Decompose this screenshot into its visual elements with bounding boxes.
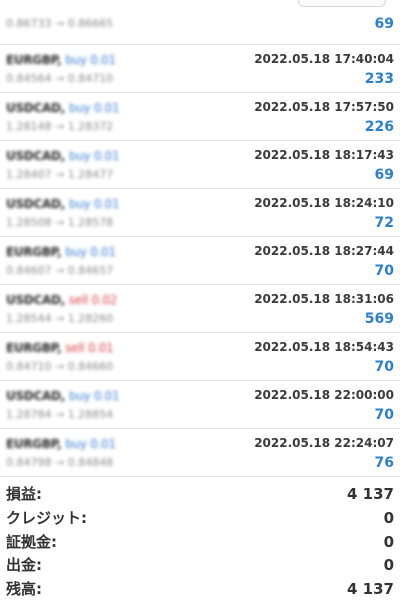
deal-symbol: EURGBP, buy 0.01 bbox=[6, 53, 116, 67]
deal-prices: 0.86733 → 0.86665 bbox=[6, 17, 114, 30]
deal-symbol: USDCAD, sell 0.02 bbox=[6, 293, 118, 307]
summary-value: 4 137 bbox=[347, 580, 394, 599]
deal-symbol: USDCAD, buy 0.01 bbox=[6, 197, 120, 211]
deal-side: buy 0.01 bbox=[68, 389, 120, 403]
deal-time: 2022.05.18 18:54:43 bbox=[254, 340, 394, 354]
deal-profit: 70 bbox=[374, 263, 394, 279]
deal-row[interactable]: USDCAD, buy 0.01 1.28784 → 1.28854 2022.0… bbox=[0, 381, 400, 429]
deal-profit: 233 bbox=[364, 71, 394, 87]
summary-value: 4 137 bbox=[347, 485, 394, 503]
history-screen: 0.86733 → 0.86665 69 EURGBP, buy 0.01 0.8… bbox=[0, 0, 400, 602]
deal-time: 2022.05.18 18:31:06 bbox=[254, 292, 394, 306]
deal-row[interactable]: USDCAD, buy 0.01 1.28508 → 1.28578 2022.0… bbox=[0, 189, 400, 237]
deal-time: 2022.05.18 17:40:04 bbox=[254, 52, 394, 66]
summary-label: 出金: bbox=[6, 556, 42, 575]
deal-time: 2022.05.18 17:57:50 bbox=[254, 100, 394, 114]
deal-side: buy 0.01 bbox=[65, 53, 116, 67]
deal-symbol: USDCAD, buy 0.01 bbox=[6, 389, 120, 403]
deal-prices: 1.28544 → 1.28260 bbox=[6, 312, 114, 325]
deal-profit: 72 bbox=[374, 215, 394, 231]
deal-profit: 76 bbox=[374, 455, 394, 471]
deal-symbol: USDCAD, buy 0.01 bbox=[6, 101, 120, 115]
deal-side: buy 0.01 bbox=[65, 245, 116, 259]
deal-profit: 569 bbox=[364, 311, 394, 327]
deal-prices: 0.84564 → 0.84710 bbox=[6, 72, 114, 85]
deal-row[interactable]: USDCAD, buy 0.01 1.28148 → 1.28372 2022.0… bbox=[0, 93, 400, 141]
summary-credit: クレジット: 0 bbox=[0, 507, 400, 531]
deal-side: buy 0.01 bbox=[65, 437, 116, 451]
deal-prices: 1.28784 → 1.28854 bbox=[6, 408, 114, 421]
deal-row[interactable]: EURGBP, buy 0.01 0.84564 → 0.84710 2022.0… bbox=[0, 45, 400, 93]
summary-value: 0 bbox=[383, 556, 394, 575]
account-summary: 損益: 4 137 クレジット: 0 証拠金: 0 出金: 0 残高: 4 13… bbox=[0, 477, 400, 602]
summary-balance: 残高: 4 137 bbox=[0, 578, 400, 602]
summary-label: 損益: bbox=[6, 485, 42, 503]
deal-list: EURGBP, buy 0.01 0.84564 → 0.84710 2022.0… bbox=[0, 45, 400, 477]
deal-prices: 1.28407 → 1.28477 bbox=[6, 168, 114, 181]
deal-time: 2022.05.18 22:00:00 bbox=[254, 388, 394, 402]
deal-side: buy 0.01 bbox=[68, 197, 120, 211]
summary-withdrawal: 出金: 0 bbox=[0, 554, 400, 578]
summary-deposit: 証拠金: 0 bbox=[0, 531, 400, 555]
deal-time: 2022.05.18 22:24:07 bbox=[254, 436, 394, 450]
deal-time: 2022.05.18 18:27:44 bbox=[254, 244, 394, 258]
deal-symbol: EURGBP, buy 0.01 bbox=[6, 245, 116, 259]
deal-profit: 69 bbox=[374, 16, 394, 32]
deal-side: sell 0.02 bbox=[68, 293, 118, 307]
deal-prices: 0.84607 → 0.84657 bbox=[6, 264, 114, 277]
deal-time: 2022.05.18 18:24:10 bbox=[254, 196, 394, 210]
deal-row[interactable]: USDCAD, buy 0.01 1.28407 → 1.28477 2022.0… bbox=[0, 141, 400, 189]
deal-prices: 1.28148 → 1.28372 bbox=[6, 120, 114, 133]
deal-side: sell 0.01 bbox=[65, 341, 114, 355]
deal-time: 2022.05.18 18:17:43 bbox=[254, 148, 394, 162]
deal-side: buy 0.01 bbox=[68, 149, 120, 163]
deal-profit: 226 bbox=[364, 119, 394, 135]
deal-prices: 1.28508 → 1.28578 bbox=[6, 216, 114, 229]
deal-symbol: EURGBP, sell 0.01 bbox=[6, 341, 114, 355]
deal-row-partial[interactable]: 0.86733 → 0.86665 69 bbox=[0, 0, 400, 45]
deal-row[interactable]: USDCAD, sell 0.02 1.28544 → 1.28260 2022.… bbox=[0, 285, 400, 333]
deal-symbol: EURGBP, buy 0.01 bbox=[6, 437, 116, 451]
deal-row[interactable]: EURGBP, sell 0.01 0.84710 → 0.84660 2022.… bbox=[0, 333, 400, 381]
deal-row[interactable]: EURGBP, buy 0.01 0.84798 → 0.84848 2022.0… bbox=[0, 429, 400, 477]
summary-label: クレジット: bbox=[6, 508, 87, 527]
summary-label: 残高: bbox=[6, 580, 42, 599]
deal-profit: 70 bbox=[374, 407, 394, 423]
summary-label: 証拠金: bbox=[6, 532, 57, 551]
deal-prices: 0.84798 → 0.84848 bbox=[6, 456, 114, 469]
summary-value: 0 bbox=[383, 532, 394, 551]
deal-profit: 70 bbox=[374, 359, 394, 375]
deal-profit: 69 bbox=[374, 167, 394, 183]
deal-side: buy 0.01 bbox=[68, 101, 120, 115]
deal-row[interactable]: EURGBP, buy 0.01 0.84607 → 0.84657 2022.0… bbox=[0, 237, 400, 285]
deal-prices: 0.84710 → 0.84660 bbox=[6, 360, 114, 373]
deal-symbol: USDCAD, buy 0.01 bbox=[6, 149, 120, 163]
summary-value: 0 bbox=[383, 508, 394, 527]
summary-profit: 損益: 4 137 bbox=[0, 483, 400, 507]
